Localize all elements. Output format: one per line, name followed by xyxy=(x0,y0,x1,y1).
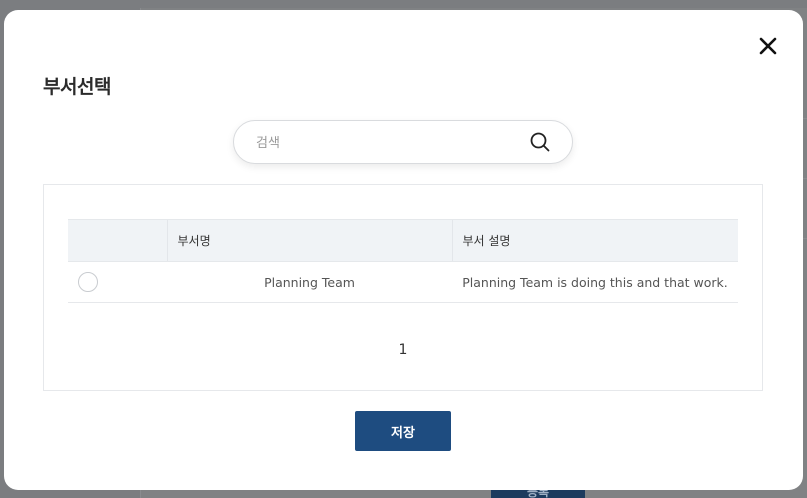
department-table-panel: 부서명 부서 설명 Planning Team Planning Team is… xyxy=(43,184,763,391)
department-description-cell: Planning Team is doing this and that wor… xyxy=(452,261,738,303)
table-header-row: 부서명 부서 설명 xyxy=(68,219,738,262)
save-button[interactable]: 저장 xyxy=(355,411,451,451)
search-input[interactable] xyxy=(254,132,518,154)
pagination: 1 xyxy=(44,339,762,358)
department-select-modal: 부서선택 부서명 부서 설명 xyxy=(4,10,803,490)
table-row[interactable]: Planning Team Planning Team is doing thi… xyxy=(68,261,738,303)
column-header-department-description: 부서 설명 xyxy=(451,219,738,262)
column-header-select xyxy=(68,219,167,262)
row-select-cell xyxy=(68,261,167,303)
radio-icon[interactable] xyxy=(78,272,98,292)
modal-title: 부서선택 xyxy=(43,76,111,98)
department-name-cell: Planning Team xyxy=(167,261,452,303)
close-icon xyxy=(759,37,777,55)
department-table: 부서명 부서 설명 Planning Team Planning Team is… xyxy=(68,219,738,303)
search-icon[interactable] xyxy=(529,131,551,153)
page-number-current[interactable]: 1 xyxy=(399,342,408,358)
close-button[interactable] xyxy=(755,33,781,59)
search-box xyxy=(233,120,573,164)
column-header-department-name: 부서명 xyxy=(166,219,452,262)
